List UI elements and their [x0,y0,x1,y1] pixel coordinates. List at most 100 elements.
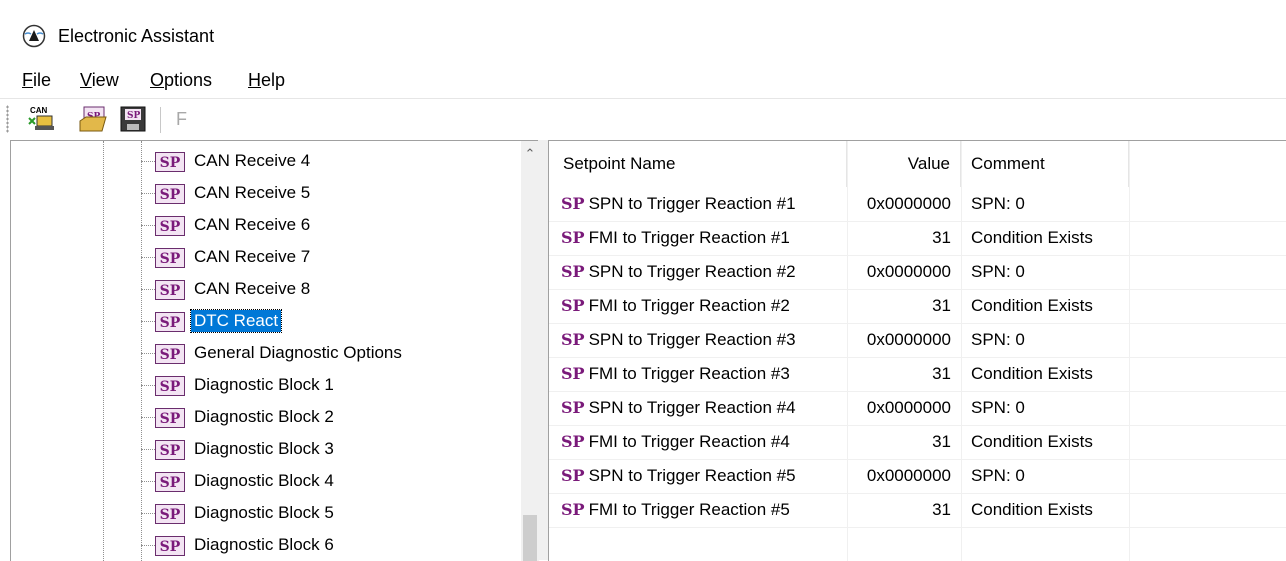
tree-item-label: CAN Receive 5 [194,183,311,202]
setpoint-value: 0x0000000 [866,262,951,281]
svg-text:SP: SP [127,111,140,121]
menu-help[interactable]: Help [248,70,285,91]
setpoint-comment: SPN: 0 [971,194,1025,213]
tree-connector [141,417,155,418]
setpoint-value: 0x0000000 [866,330,951,349]
setpoint-icon: SP [155,216,185,236]
setpoint-icon: SP [561,364,585,383]
setpoint-icon: SP [155,248,185,268]
setpoint-icon: SP [155,504,185,524]
table-row[interactable]: SP FMI to Trigger Reaction #2 31 Condition … [549,289,1286,324]
toolbar: CAN SP SP F [0,98,1286,141]
setpoint-list[interactable]: Setpoint Name Value Comment SP SPN to Tri… [548,140,1286,561]
tree-connector [141,161,155,162]
setpoint-comment: Condition Exists [971,432,1093,451]
tree-item-label: Diagnostic Block 5 [194,503,334,522]
title-bar: Electronic Assistant [0,0,1286,56]
tree-item-label: Diagnostic Block 6 [194,535,334,554]
setpoint-value: 31 [932,500,951,519]
setpoint-name: FMI to Trigger Reaction #4 [588,432,790,451]
table-row[interactable]: SP SPN to Trigger Reaction #3 0x0000000 SPN… [549,323,1286,358]
setpoint-icon: SP [561,500,585,519]
setpoint-comment: Condition Exists [971,364,1093,383]
setpoint-icon: SP [561,296,585,315]
can-connect-icon[interactable]: CAN [26,105,56,133]
table-row[interactable]: SP SPN to Trigger Reaction #2 0x0000000 SPN… [549,255,1286,290]
tree-connector [141,321,155,322]
app-logo-icon [22,24,46,48]
setpoint-name-cell: SP FMI to Trigger Reaction #5 [561,493,845,527]
tree-connector [141,481,155,482]
column-header-value[interactable]: Value [847,141,961,187]
setpoint-icon: SP [155,376,185,396]
setpoint-name-cell: SP SPN to Trigger Reaction #5 [561,459,845,493]
column-header-comment[interactable]: Comment [961,141,1129,187]
setpoint-icon: SP [561,398,585,417]
column-header-setpoint-name[interactable]: Setpoint Name [549,141,847,187]
tree-connector [141,449,155,450]
table-row[interactable]: SP FMI to Trigger Reaction #5 31 Condition … [549,493,1286,528]
setpoint-icon: SP [155,472,185,492]
scroll-up-arrow-icon[interactable]: ⌃ [521,145,539,163]
setpoint-value: 31 [932,296,951,315]
tree-item-label: DTC React [189,309,283,333]
tree-connector [141,225,155,226]
setpoint-icon: SP [561,466,585,485]
setpoint-name: FMI to Trigger Reaction #1 [588,228,790,247]
table-row[interactable]: SP FMI to Trigger Reaction #4 31 Condition … [549,425,1286,460]
setpoint-name-cell: SP FMI to Trigger Reaction #2 [561,289,845,323]
setpoint-name-cell: SP SPN to Trigger Reaction #3 [561,323,845,357]
setpoint-comment: Condition Exists [971,500,1093,519]
setpoint-name: SPN to Trigger Reaction #4 [588,398,796,417]
setpoint-icon: SP [155,440,185,460]
setpoint-name: SPN to Trigger Reaction #1 [588,194,796,213]
setpoint-comment: SPN: 0 [971,330,1025,349]
setpoint-value: 0x0000000 [866,194,951,213]
setpoint-icon: SP [155,536,185,556]
tree-item-label: CAN Receive 8 [194,279,311,298]
menu-options[interactable]: Options [150,70,212,91]
table-row[interactable]: SP SPN to Trigger Reaction #5 0x0000000 SPN… [549,459,1286,494]
setpoint-icon: SP [155,408,185,428]
tree-guide-line [141,141,142,561]
tree-item-label: Diagnostic Block 3 [194,439,334,458]
setpoint-icon: SP [561,228,585,247]
setpoint-icon: SP [561,262,585,281]
setpoint-tree[interactable]: SP CAN Receive 4 SP CAN Receive 5 SP CAN Rece… [10,140,539,561]
tree-connector [141,385,155,386]
pane-splitter[interactable] [538,140,548,560]
table-row[interactable]: SP SPN to Trigger Reaction #1 0x0000000 SPN… [549,187,1286,222]
tree-item-label: Diagnostic Block 1 [194,375,334,394]
setpoint-name-cell: SP SPN to Trigger Reaction #1 [561,187,845,221]
tree-item-label: CAN Receive 6 [194,215,311,234]
toolbar-grip[interactable] [6,105,9,133]
window-title: Electronic Assistant [58,26,215,46]
setpoint-icon: SP [155,344,185,364]
table-row[interactable]: SP FMI to Trigger Reaction #1 31 Condition … [549,221,1286,256]
tree-item-label: General Diagnostic Options [194,343,402,362]
table-row[interactable]: SP SPN to Trigger Reaction #4 0x0000000 SPN… [549,391,1286,426]
menu-file[interactable]: File [22,70,51,91]
setpoint-icon: SP [155,280,185,300]
menu-view[interactable]: View [80,70,119,91]
tree-connector [141,193,155,194]
setpoint-name: SPN to Trigger Reaction #3 [588,330,796,349]
table-row[interactable]: SP FMI to Trigger Reaction #3 31 Condition … [549,357,1286,392]
tree-connector [141,353,155,354]
setpoint-icon: SP [155,184,185,204]
setpoint-icon: SP [561,194,585,213]
setpoint-value: 0x0000000 [866,398,951,417]
tree-scrollbar[interactable]: ⌃ [521,141,539,561]
setpoint-value: 31 [932,228,951,247]
setpoint-comment: SPN: 0 [971,466,1025,485]
setpoint-comment: Condition Exists [971,296,1093,315]
setpoint-icon: SP [155,152,185,172]
setpoint-comment: SPN: 0 [971,398,1025,417]
tree-item-label: Diagnostic Block 4 [194,471,334,490]
scroll-thumb[interactable] [523,515,537,561]
setpoint-name: FMI to Trigger Reaction #5 [588,500,790,519]
open-setpoint-icon[interactable]: SP [78,105,108,133]
save-setpoint-icon[interactable]: SP [118,105,148,133]
setpoint-name-cell: SP FMI to Trigger Reaction #3 [561,357,845,391]
flash-button[interactable]: F [176,109,187,130]
